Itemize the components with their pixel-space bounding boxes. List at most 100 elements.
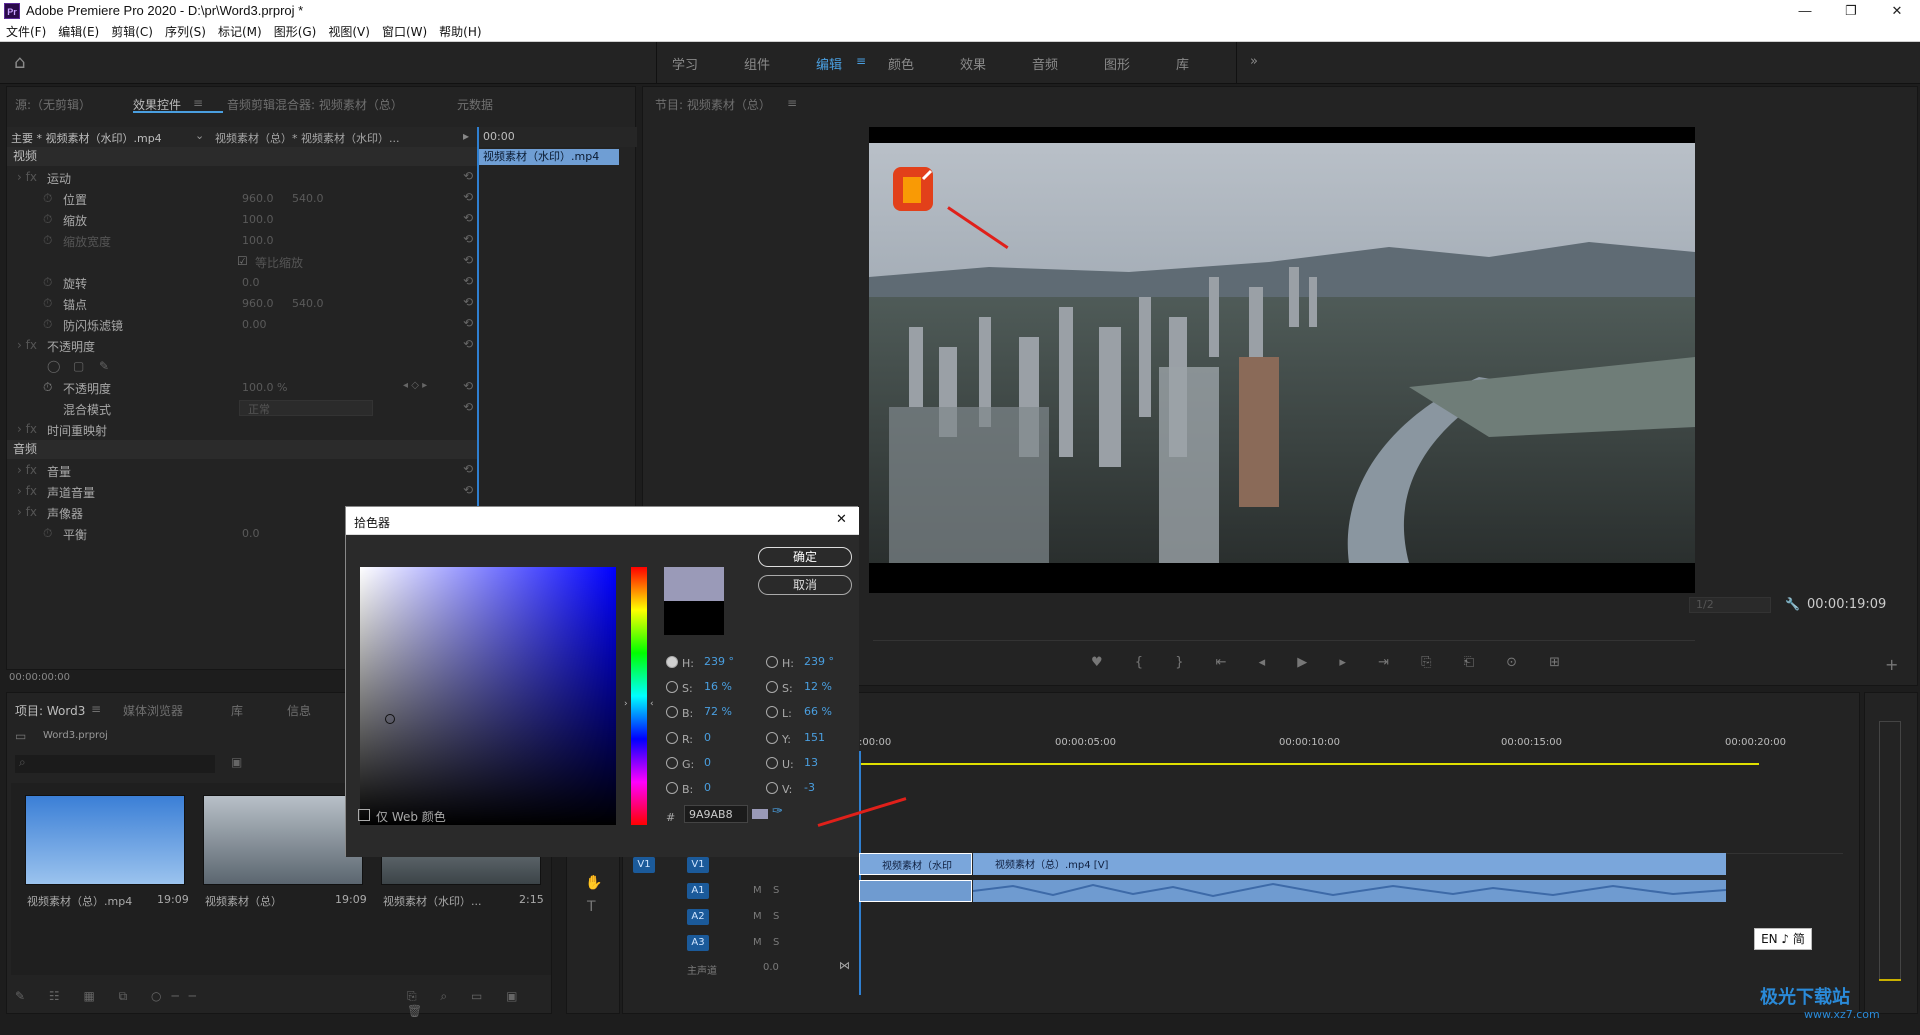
type-tool-icon[interactable]: T (587, 899, 596, 915)
hue-slider[interactable] (631, 567, 647, 825)
wrench-icon[interactable]: 🔧 (1785, 597, 1800, 611)
workspace-tab-assembly[interactable]: 组件 (744, 54, 770, 73)
tab-project[interactable]: 项目: Word3 (15, 702, 85, 719)
project-item-thumb-1[interactable] (25, 795, 185, 885)
anchor-row[interactable]: ⏱ 锚点 960.0 540.0 ⟲ (7, 293, 477, 314)
work-area-bar[interactable] (859, 763, 1759, 765)
track-a1[interactable]: A1 (687, 883, 709, 899)
timeline-clip-watermark[interactable]: 视频素材（水印 (859, 853, 972, 875)
eyedropper-icon[interactable]: ✑ (772, 804, 783, 819)
menu-file[interactable]: 文件(F) (0, 22, 52, 42)
yuv-y-radio[interactable] (766, 732, 778, 744)
program-ruler[interactable] (873, 627, 1695, 641)
workspace-tab-editing[interactable]: 编辑 (816, 54, 842, 73)
sequence-clip-label[interactable]: 视频素材（总）* 视频素材（水印）... (215, 130, 400, 146)
motion-row[interactable]: › fx 运动 ⟲ (7, 167, 477, 188)
master-track-value[interactable]: 0.0 (763, 962, 779, 973)
transport-controls[interactable]: ♥ { } ⇤ ◂ ▶ ▸ ⇥ ⎘ ⎗ ⊙ ⊞ (1091, 655, 1574, 670)
ime-indicator[interactable]: EN ♪ 简 (1754, 928, 1812, 950)
color-field-cursor[interactable] (385, 714, 395, 724)
menu-window[interactable]: 窗口(W) (376, 22, 433, 42)
scale-row[interactable]: ⏱ 缩放 100.0 ⟲ (7, 209, 477, 230)
track-a2[interactable]: A2 (687, 909, 709, 925)
home-icon[interactable]: ⌂ (14, 52, 40, 74)
mute-a2[interactable]: M (753, 911, 762, 922)
menu-sequence[interactable]: 序列(S) (159, 22, 212, 42)
close-button[interactable]: ✕ (1874, 0, 1920, 22)
rgb-g-radio[interactable] (666, 757, 678, 769)
add-button-icon[interactable]: + (1885, 655, 1898, 674)
yuv-u-radio[interactable] (766, 757, 778, 769)
ec-clip-bar[interactable]: 视频素材（水印）.mp4 (479, 149, 619, 165)
workspace-tab-learn[interactable]: 学习 (672, 54, 698, 73)
yuv-v-value[interactable]: -3 (804, 781, 815, 794)
solo-a1[interactable]: S (773, 885, 779, 896)
opacity-group-row[interactable]: › fx 不透明度 ⟲ (7, 335, 477, 356)
tab-metadata[interactable]: 元数据 (457, 96, 493, 113)
hsb-b-radio[interactable] (666, 706, 678, 718)
antiflicker-row[interactable]: ⏱ 防闪烁滤镜 0.00 ⟲ (7, 314, 477, 335)
yuv-y-value[interactable]: 151 (804, 731, 825, 744)
yuv-v-radio[interactable] (766, 782, 778, 794)
ellipse-mask-icon[interactable]: ◯ (47, 359, 60, 373)
tab-media-browser[interactable]: 媒体浏览器 (123, 702, 183, 719)
workspace-tab-audio[interactable]: 音频 (1032, 54, 1058, 73)
timeline-end-icon[interactable]: ⋈ (839, 959, 850, 972)
timeline-ruler[interactable]: :00:00 00:00:05:00 00:00:10:00 00:00:15:… (859, 737, 1859, 751)
rgb-b-radio[interactable] (666, 782, 678, 794)
hsb-h-value[interactable]: 239 ° (704, 655, 734, 668)
rect-mask-icon[interactable]: ▢ (73, 359, 84, 373)
tab-menu-icon[interactable]: ≡ (787, 96, 797, 110)
channel-volume-row[interactable]: › fx 声道音量 ⟲ (7, 481, 477, 502)
rgb-r-radio[interactable] (666, 732, 678, 744)
web-colors-checkbox[interactable] (358, 809, 370, 821)
saturation-brightness-field[interactable] (360, 567, 616, 825)
tab-menu-icon[interactable]: ≡ (91, 702, 101, 716)
tab-source[interactable]: 源:（无剪辑） (15, 96, 91, 113)
blend-mode-row[interactable]: 混合模式 正常 ⟲ (7, 398, 477, 419)
rgb-g-value[interactable]: 0 (704, 756, 711, 769)
rgb-r-value[interactable]: 0 (704, 731, 711, 744)
hsl-h-radio[interactable] (766, 656, 778, 668)
video-frame[interactable] (869, 127, 1695, 593)
workspace-tab-graphics[interactable]: 图形 (1104, 54, 1130, 73)
hsl-l-value[interactable]: 66 % (804, 705, 832, 718)
new-bin-icon[interactable]: ▣ (231, 755, 242, 769)
hsl-s-value[interactable]: 12 % (804, 680, 832, 693)
time-remap-row[interactable]: › fx 时间重映射 (7, 419, 477, 440)
tab-menu-icon[interactable]: ≡ (193, 96, 203, 110)
tab-libraries[interactable]: 库 (231, 702, 243, 719)
workspace-more-icon[interactable]: » (1250, 54, 1258, 69)
hsb-s-radio[interactable] (666, 681, 678, 693)
tab-info[interactable]: 信息 (287, 702, 311, 719)
timeline-audio-clip-1[interactable] (859, 880, 972, 902)
cancel-button[interactable]: 取消 (758, 575, 852, 595)
position-row[interactable]: ⏱ 位置 960.0 540.0 ⟲ (7, 188, 477, 209)
track-target-v1[interactable]: V1 (633, 857, 655, 873)
workspace-tab-effects[interactable]: 效果 (960, 54, 986, 73)
play-clip-icon[interactable]: ▸ (463, 129, 469, 143)
solo-a2[interactable]: S (773, 911, 779, 922)
blend-mode-select[interactable]: 正常 (239, 400, 373, 416)
hsb-h-radio[interactable] (666, 656, 678, 668)
track-a3[interactable]: A3 (687, 935, 709, 951)
yuv-u-value[interactable]: 13 (804, 756, 818, 769)
hand-tool-icon[interactable]: ✋ (585, 875, 602, 891)
minimize-button[interactable]: — (1782, 0, 1828, 22)
track-v1[interactable]: V1 (687, 857, 709, 873)
ok-button[interactable]: 确定 (758, 547, 852, 567)
maximize-button[interactable]: ❐ (1828, 0, 1874, 22)
menu-help[interactable]: 帮助(H) (433, 22, 487, 42)
timeline-audio-clip-2[interactable] (972, 880, 1727, 902)
workspace-tab-color[interactable]: 颜色 (888, 54, 914, 73)
fit-select[interactable]: 1/2 (1689, 597, 1771, 613)
volume-row[interactable]: › fx 音量 ⟲ (7, 460, 477, 481)
tab-program[interactable]: 节目: 视频素材（总） (655, 96, 771, 113)
hsl-s-radio[interactable] (766, 681, 778, 693)
rotation-row[interactable]: ⏱ 旋转 0.0 ⟲ (7, 272, 477, 293)
workspace-menu-icon[interactable]: ≡ (856, 54, 866, 68)
opacity-row[interactable]: ⏱ 不透明度 100.0 % ◂ ◇ ▸ ⟲ (7, 377, 477, 398)
hsb-s-value[interactable]: 16 % (704, 680, 732, 693)
menu-edit[interactable]: 编辑(E) (52, 22, 105, 42)
menu-view[interactable]: 视图(V) (322, 22, 376, 42)
